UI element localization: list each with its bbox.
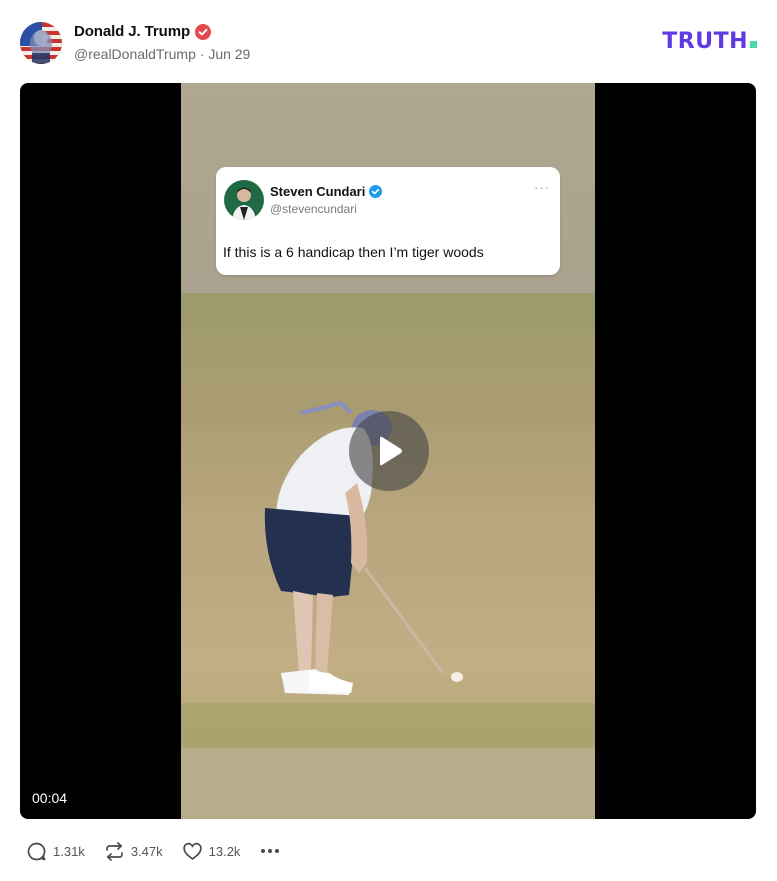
reply-button[interactable]: 1.31k (26, 841, 85, 862)
like-count: 13.2k (208, 843, 241, 859)
retruth-button[interactable]: 3.47k (104, 841, 163, 862)
embedded-tweet-name: Steven Cundari (270, 184, 366, 199)
author-meta: @realDonaldTrump · Jun 29 (74, 46, 250, 62)
play-icon (380, 436, 402, 466)
reply-count: 1.31k (53, 843, 85, 859)
verified-badge-icon (195, 23, 212, 40)
author-avatar[interactable] (20, 22, 62, 64)
play-button[interactable] (349, 411, 429, 491)
reply-icon (26, 841, 47, 862)
truth-logo[interactable]: TRUTH (662, 29, 757, 54)
author-display-name[interactable]: Donald J. Trump (74, 23, 190, 40)
truth-logo-dot-icon (750, 41, 757, 48)
post-header: Donald J. Trump @realDonaldTrump · Jun 2… (20, 20, 757, 66)
post-date[interactable]: Jun 29 (208, 46, 250, 62)
video-player[interactable]: Steven Cundari @stevencundari ··· If thi… (20, 83, 756, 819)
more-options-button[interactable] (259, 840, 281, 862)
embedded-tweet-text: If this is a 6 handicap then I’m tiger w… (223, 244, 484, 260)
more-icon (259, 840, 281, 862)
embedded-tweet-verified-icon (369, 185, 383, 198)
video-duration: 00:04 (32, 790, 68, 806)
like-button[interactable]: 13.2k (182, 841, 241, 862)
embedded-tweet-card: Steven Cundari @stevencundari ··· If thi… (216, 167, 560, 275)
retruth-count: 3.47k (130, 843, 163, 859)
meta-separator: · (199, 46, 205, 62)
embedded-tweet-handle: @stevencundari (270, 202, 357, 216)
truth-logo-text: TRUTH (662, 29, 748, 54)
embedded-tweet-more-icon: ··· (534, 180, 550, 195)
post-actions: 1.31k 3.47k 13.2k (26, 838, 300, 864)
embedded-tweet-avatar (224, 180, 264, 220)
heart-icon (182, 841, 203, 862)
retruth-icon (104, 841, 125, 862)
author-handle[interactable]: @realDonaldTrump (74, 46, 196, 62)
